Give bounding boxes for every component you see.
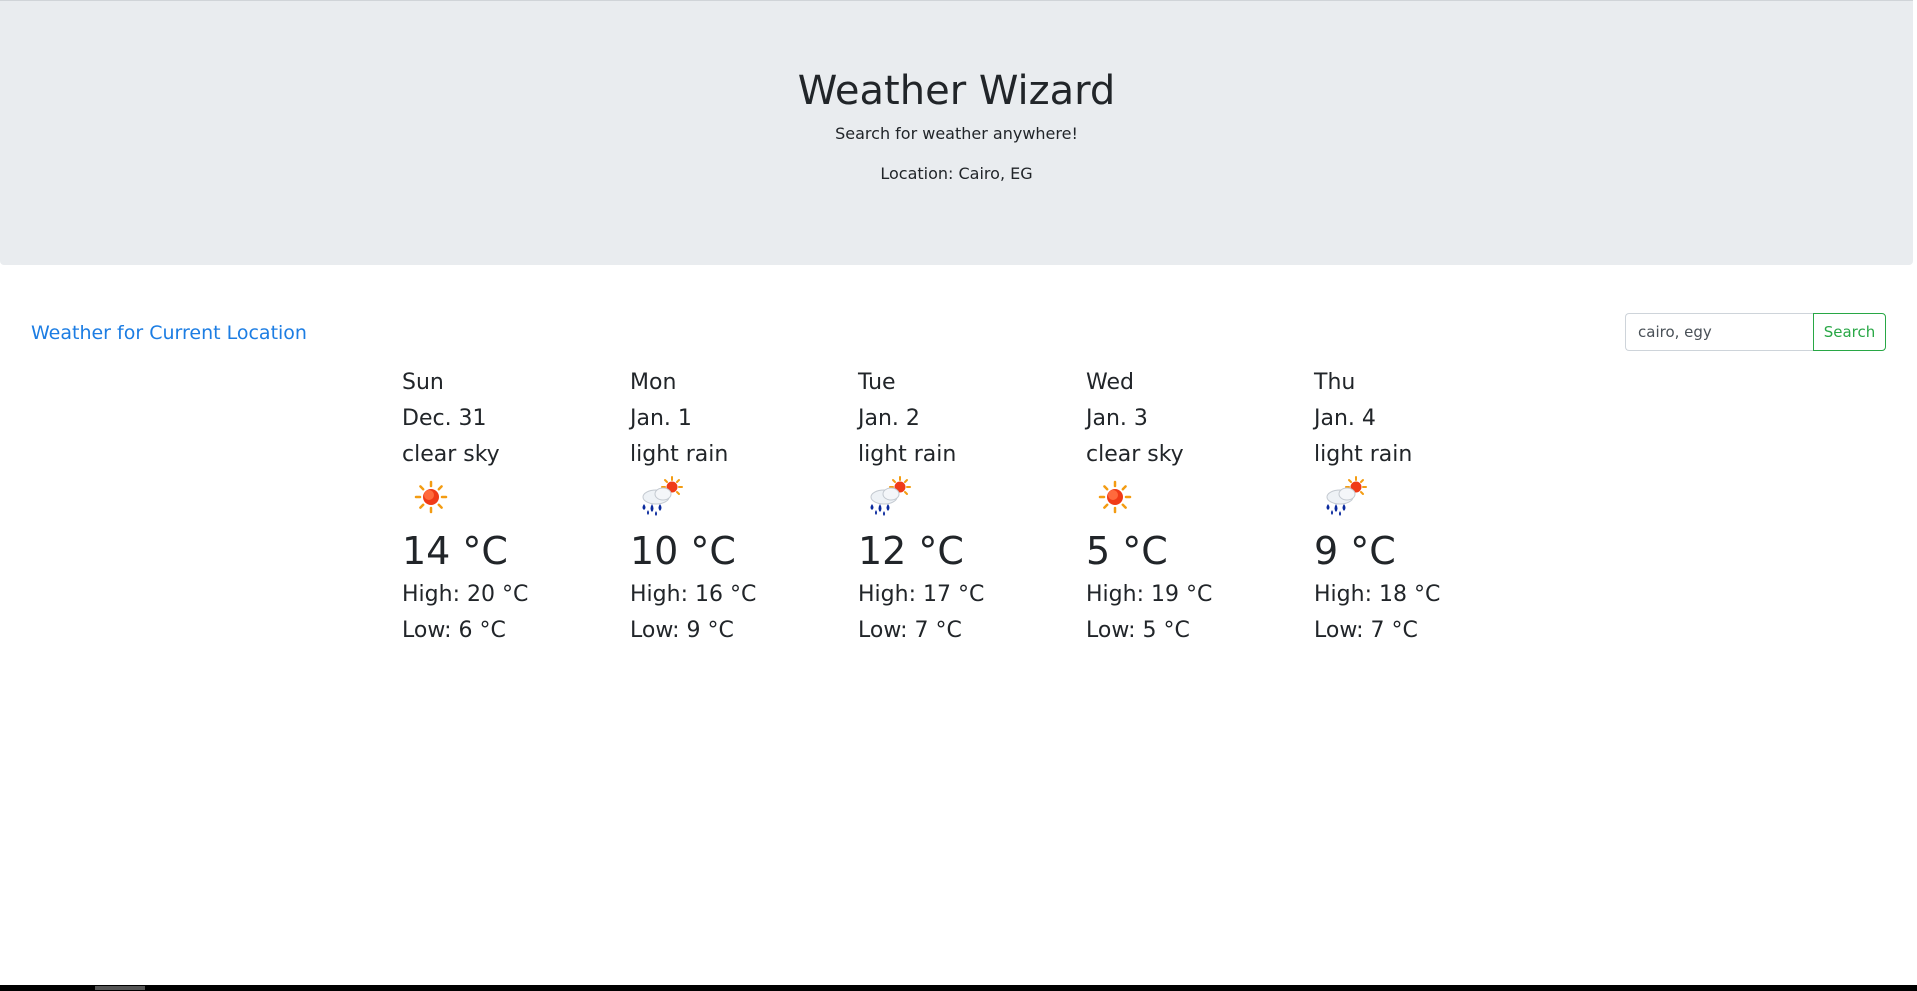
day-name: Tue [858,370,896,395]
day-date: Jan. 4 [1314,406,1376,431]
forecast-day-card: Thu Jan. 4 light rain 9 °C High: 18 °C L… [1314,365,1534,649]
sun-icon [1098,480,1132,514]
weather-icon-container [1086,475,1306,519]
current-temperature: 12 °C [858,529,964,573]
rain-sun-icon [642,476,683,516]
low-temperature: Low: 7 °C [1314,618,1418,643]
current-location-link[interactable]: Weather for Current Location [31,321,307,345]
current-temperature: 10 °C [630,529,736,573]
weather-description: clear sky [1086,442,1184,467]
day-date: Jan. 2 [858,406,920,431]
header-banner: Weather Wizard Search for weather anywhe… [0,0,1913,265]
weather-icon-container [630,475,850,519]
day-name: Mon [630,370,677,395]
forecast-day-card: Wed Jan. 3 clear sky 5 °C High: 19 °C Lo… [1086,365,1306,649]
page-title: Weather Wizard [797,68,1116,114]
location-text: Location: Cairo, EG [880,164,1033,183]
page-subtitle: Search for weather anywhere! [835,124,1078,143]
weather-description: clear sky [402,442,500,467]
high-temperature: High: 17 °C [858,582,985,607]
day-date: Jan. 1 [630,406,692,431]
current-temperature: 5 °C [1086,529,1168,573]
search-form: Search [1625,313,1886,351]
high-temperature: High: 19 °C [1086,582,1213,607]
day-name: Thu [1314,370,1356,395]
weather-description: light rain [630,442,729,467]
day-date: Jan. 3 [1086,406,1148,431]
forecast-day-card: Sun Dec. 31 clear sky 14 °C High: 20 °C … [402,365,622,649]
day-name: Wed [1086,370,1134,395]
high-temperature: High: 16 °C [630,582,757,607]
current-temperature: 9 °C [1314,529,1396,573]
high-temperature: High: 18 °C [1314,582,1441,607]
low-temperature: Low: 7 °C [858,618,962,643]
forecast-day-card: Tue Jan. 2 light rain 12 °C High: 17 °C … [858,365,1078,649]
day-date: Dec. 31 [402,406,487,431]
taskbar-thumb [95,986,145,990]
forecast-day-card: Mon Jan. 1 light rain 10 °C High: 16 °C … [630,365,850,649]
low-temperature: Low: 9 °C [630,618,734,643]
weather-description: light rain [1314,442,1413,467]
weather-icon-container [1314,475,1534,519]
weather-icon-container [402,475,622,519]
page: Weather Wizard Search for weather anywhe… [0,0,1917,985]
sun-icon [414,480,448,514]
high-temperature: High: 20 °C [402,582,529,607]
search-input[interactable] [1625,313,1813,351]
search-button[interactable]: Search [1813,313,1886,351]
day-name: Sun [402,370,444,395]
low-temperature: Low: 6 °C [402,618,506,643]
weather-icon-container [858,475,1078,519]
taskbar-strip [0,985,1917,991]
rain-sun-icon [1326,476,1367,516]
low-temperature: Low: 5 °C [1086,618,1190,643]
weather-description: light rain [858,442,957,467]
rain-sun-icon [870,476,911,516]
current-temperature: 14 °C [402,529,508,573]
